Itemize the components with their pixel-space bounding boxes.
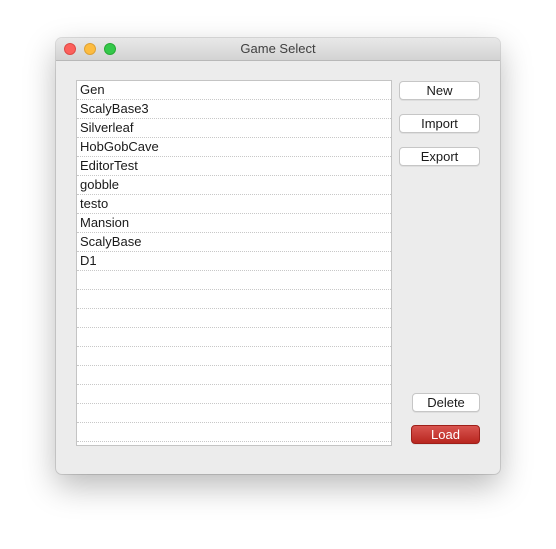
game-list-item[interactable]: Mansion xyxy=(77,214,391,233)
export-button[interactable]: Export xyxy=(399,147,480,166)
game-list-item[interactable]: ScalyBase3 xyxy=(77,100,391,119)
empty-list-row xyxy=(77,347,391,366)
game-list-item[interactable]: Gen xyxy=(77,81,391,100)
empty-list-row xyxy=(77,271,391,290)
game-list-item[interactable]: ScalyBase xyxy=(77,233,391,252)
game-list-item[interactable]: Silverleaf xyxy=(77,119,391,138)
game-select-window: Game Select Gen ScalyBase3 Silverleaf HobGo… xyxy=(56,38,500,474)
new-button[interactable]: New xyxy=(399,81,480,100)
empty-list-row xyxy=(77,309,391,328)
game-list-item[interactable]: D1 xyxy=(77,252,391,271)
empty-list-row xyxy=(77,385,391,404)
game-list[interactable]: Gen ScalyBase3 Silverleaf HobGobCave EditorT… xyxy=(76,80,392,446)
import-button[interactable]: Import xyxy=(399,114,480,133)
empty-list-row xyxy=(77,404,391,423)
game-list-item[interactable]: EditorTest xyxy=(77,157,391,176)
empty-list-row xyxy=(77,423,391,442)
empty-list-row xyxy=(77,328,391,347)
game-list-item[interactable]: HobGobCave xyxy=(77,138,391,157)
empty-list-row xyxy=(77,366,391,385)
empty-list-row xyxy=(77,290,391,309)
title-bar[interactable]: Game Select xyxy=(56,38,500,61)
game-list-item[interactable]: gobble xyxy=(77,176,391,195)
load-button[interactable]: Load xyxy=(411,425,480,444)
game-list-item[interactable]: testo xyxy=(77,195,391,214)
window-title: Game Select xyxy=(240,41,316,56)
delete-button[interactable]: Delete xyxy=(412,393,480,412)
